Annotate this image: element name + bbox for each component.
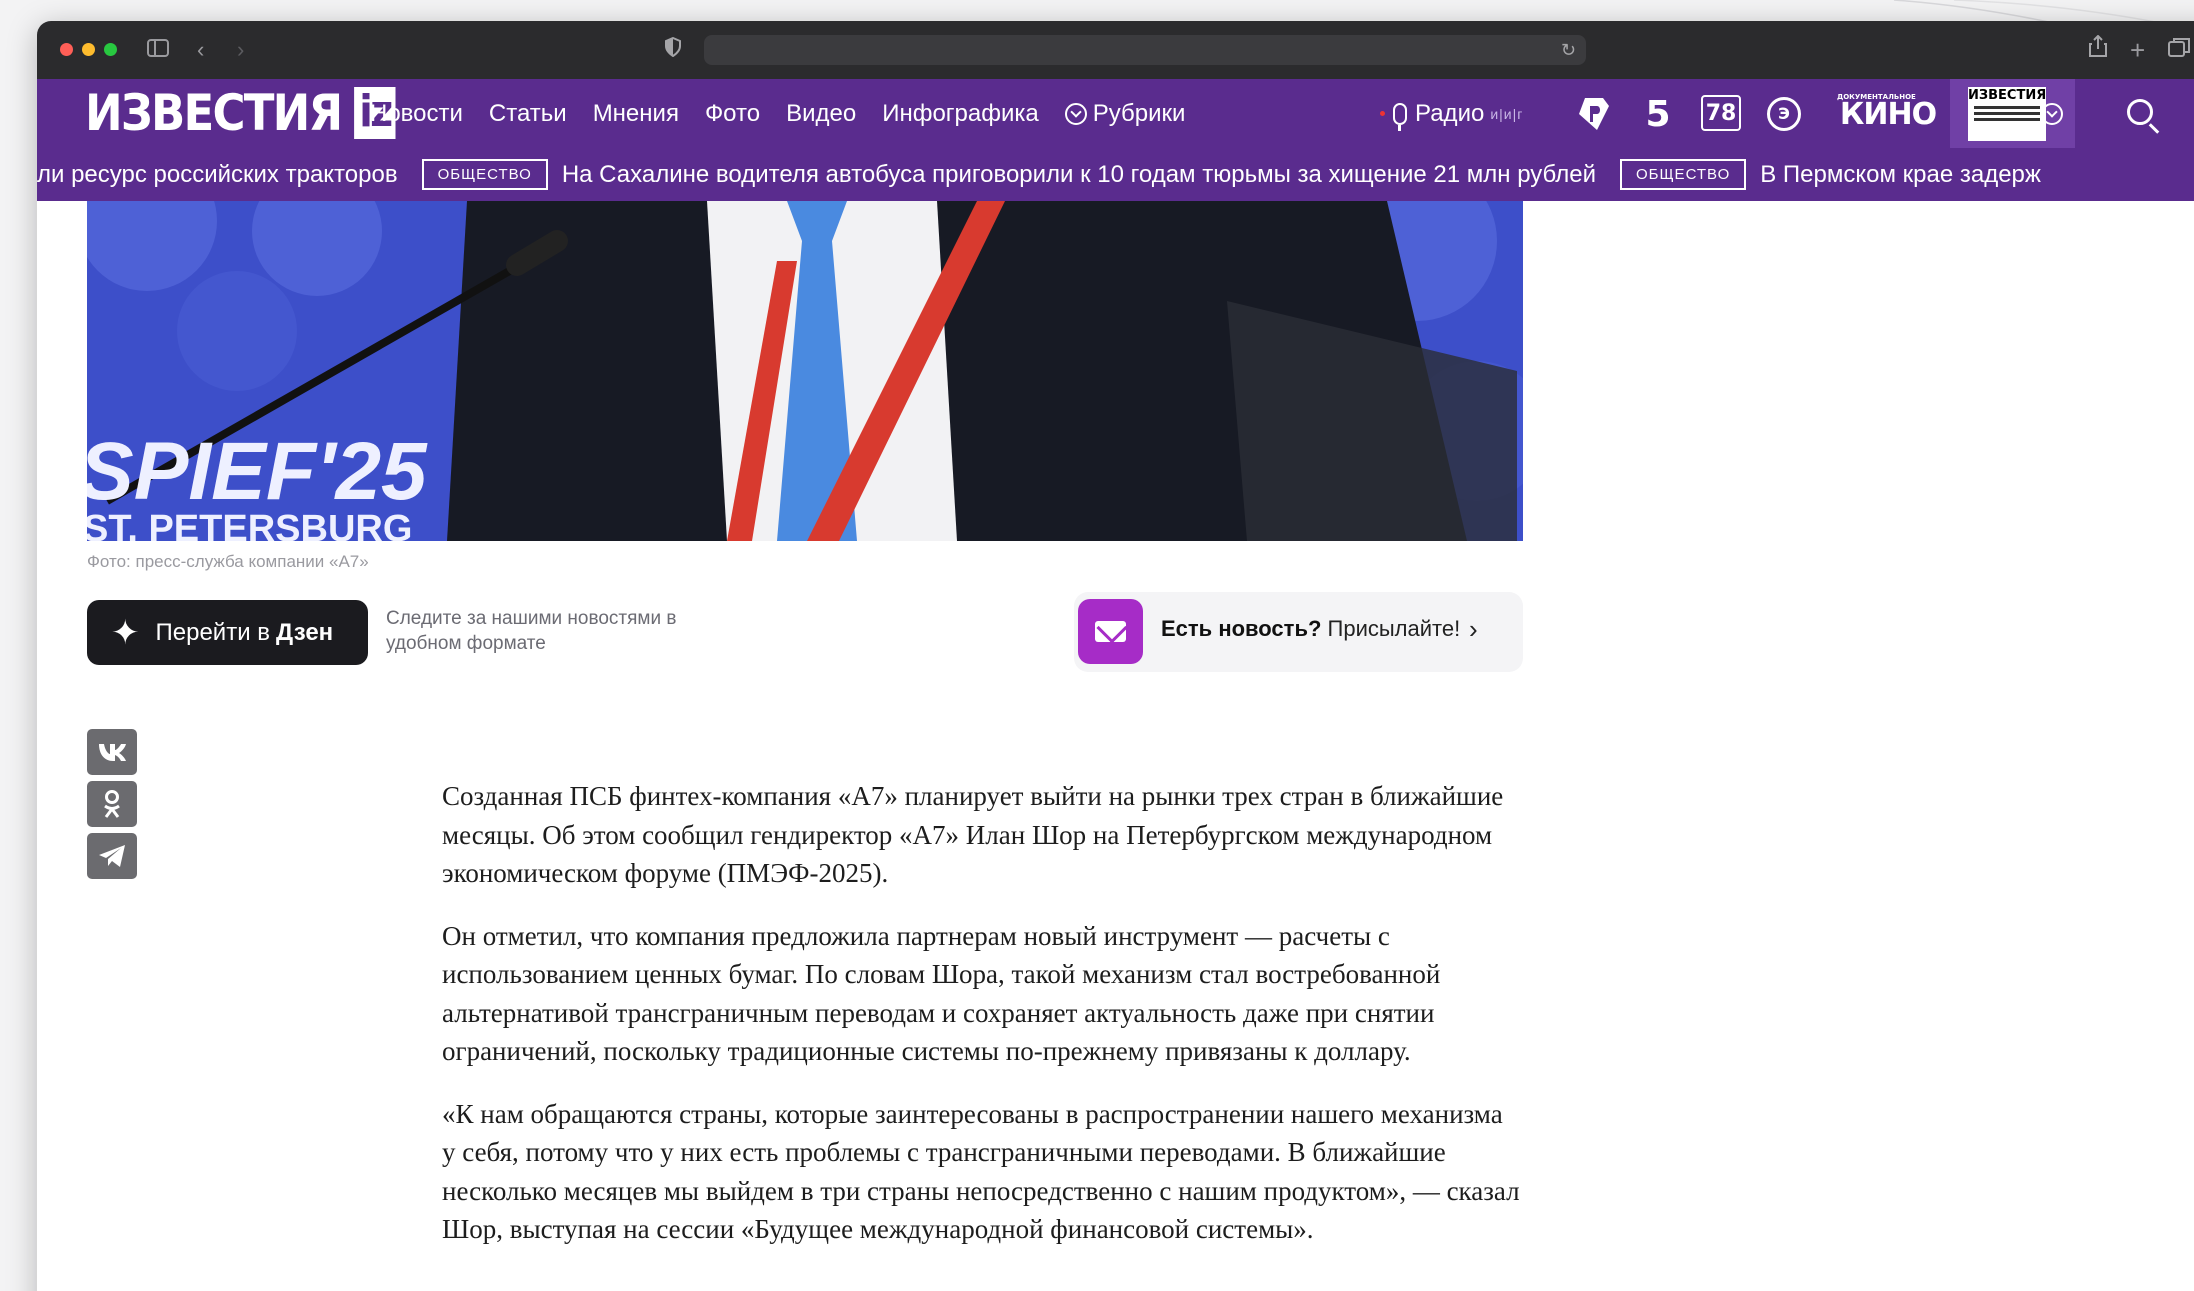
rubrics-label: Рубрики (1092, 99, 1186, 127)
reload-icon[interactable]: ↻ (1561, 35, 1576, 65)
hero-photo: SPIEF'25 ST. PETERSBURG (87, 201, 1523, 541)
live-dot-icon (1380, 111, 1385, 116)
article-paragraph: Созданная ПСБ финтех-компания «А7» плани… (442, 781, 1504, 888)
send-news-button[interactable]: Есть новость? Присылайте! › (1074, 592, 1523, 672)
ticker-tag[interactable]: ОБЩЕСТВО (421, 159, 548, 190)
article-paragraph: «К нам обращаются страны, которые заинте… (442, 1098, 1520, 1245)
nav-news[interactable]: Новости (370, 100, 463, 128)
kino-label: КИНО (1839, 96, 1937, 132)
envelope-icon (1078, 599, 1143, 664)
paper-label: ИЗВЕСТИЯ (1968, 87, 2047, 103)
article-body: Созданная ПСБ финтех-компания «А7» плани… (442, 777, 1522, 1273)
nav-photo[interactable]: Фото (705, 100, 760, 128)
radio-link[interactable]: Радио и|и|г (1380, 79, 1523, 148)
channel-circle-icon[interactable]: Э (1764, 95, 1804, 133)
forward-arrow-icon[interactable]: › (237, 35, 244, 65)
channel-78-icon[interactable]: 78 (1701, 95, 1741, 131)
privacy-shield-icon[interactable] (665, 35, 681, 65)
zoom-window-button[interactable] (104, 43, 117, 56)
telegram-icon (99, 845, 125, 867)
odnoklassniki-icon (104, 790, 120, 818)
site-header: ИЗВЕСТИЯ iz Новости Статьи Мнения Фото В… (37, 79, 2194, 148)
newspaper-icon: ИЗВЕСТИЯ (1968, 86, 2047, 141)
browser-titlebar: ‹ › ↻ + (37, 21, 2194, 79)
dzen-note: Следите за нашими новостями в удобном фо… (386, 608, 677, 654)
news-ticker: ли ресурс российских тракторов ОБЩЕСТВО … (37, 148, 2194, 201)
dzen-star-icon: ✦ (111, 613, 140, 652)
channel-5-icon[interactable]: 5 (1638, 94, 1678, 135)
address-bar[interactable]: ↻ (704, 35, 1586, 65)
dzen-button-label: Перейти в (155, 618, 271, 646)
radio-label: Радио (1415, 99, 1485, 127)
kino-top-label: ДОКУМЕНТАЛЬНОЕ (1837, 93, 1916, 101)
send-news-label: Присылайте! (1327, 616, 1461, 641)
vk-icon (99, 744, 126, 761)
ren-tv-icon[interactable] (1574, 95, 1614, 133)
close-window-button[interactable] (60, 43, 73, 56)
nav-articles[interactable]: Статьи (489, 100, 567, 128)
article-paragraph: Он отметил, что компания предложила парт… (442, 920, 1441, 1067)
nav-opinions[interactable]: Мнения (593, 100, 679, 128)
radio-frequency: и|и|г (1490, 105, 1524, 122)
search-icon[interactable] (2127, 99, 2153, 125)
logo-text: ИЗВЕСТИЯ (85, 84, 343, 142)
main-nav: Новости Статьи Мнения Фото Видео Инфогра… (370, 79, 1211, 148)
ticker-tag[interactable]: ОБЩЕСТВО (1619, 159, 1747, 190)
nav-video[interactable]: Видео (786, 100, 856, 128)
ticker-item[interactable]: В Пермском крае задерж (1760, 161, 2041, 189)
browser-window: ‹ › ↻ + ИЗВЕСТИЯ iz Новости Статьи Мнени… (37, 21, 2194, 1291)
nav-rubrics[interactable]: Рубрики (1064, 99, 1186, 128)
nav-infographics[interactable]: Инфографика (882, 100, 1039, 128)
chevron-down-icon (2041, 103, 2063, 125)
chevron-right-icon: › (1469, 614, 1478, 644)
ticker-item[interactable]: На Сахалине водителя автобуса приговорил… (562, 161, 1596, 189)
izvestia-logo[interactable]: ИЗВЕСТИЯ iz (85, 84, 396, 142)
tab-overview-icon[interactable] (2168, 35, 2190, 65)
dzen-brand-label: Дзен (276, 618, 334, 646)
microphone-icon (1393, 102, 1407, 131)
send-news-bold: Есть новость? (1161, 616, 1322, 641)
ticker-item[interactable]: ли ресурс российских тракторов (37, 161, 398, 189)
photo-caption: Фото: пресс-служба компании «А7» (87, 552, 369, 571)
share-ok-button[interactable] (87, 781, 137, 827)
share-telegram-button[interactable] (87, 833, 137, 879)
share-icon[interactable] (2089, 34, 2107, 65)
chevron-down-icon (1064, 102, 1087, 125)
doc-kino-icon[interactable]: ДОКУМЕНТАЛЬНОЕ КИНО (1833, 93, 1943, 133)
newspaper-edition-button[interactable]: ИЗВЕСТИЯ (1950, 79, 2075, 148)
share-vk-button[interactable] (87, 729, 137, 775)
minimize-window-button[interactable] (82, 43, 95, 56)
sidebar-toggle-icon[interactable] (147, 35, 169, 65)
hero-badge-line1: SPIEF'25 (87, 426, 428, 517)
hero-badge-line2: ST. PETERSBURG (87, 508, 412, 541)
article-hero-image: SPIEF'25 ST. PETERSBURG (87, 201, 1523, 541)
send-news-text: Есть новость? Присылайте! (1161, 616, 1460, 642)
go-to-dzen-button[interactable]: ✦ Перейти в Дзен (87, 600, 368, 665)
new-tab-icon[interactable]: + (2130, 35, 2145, 65)
back-arrow-icon[interactable]: ‹ (197, 35, 204, 65)
